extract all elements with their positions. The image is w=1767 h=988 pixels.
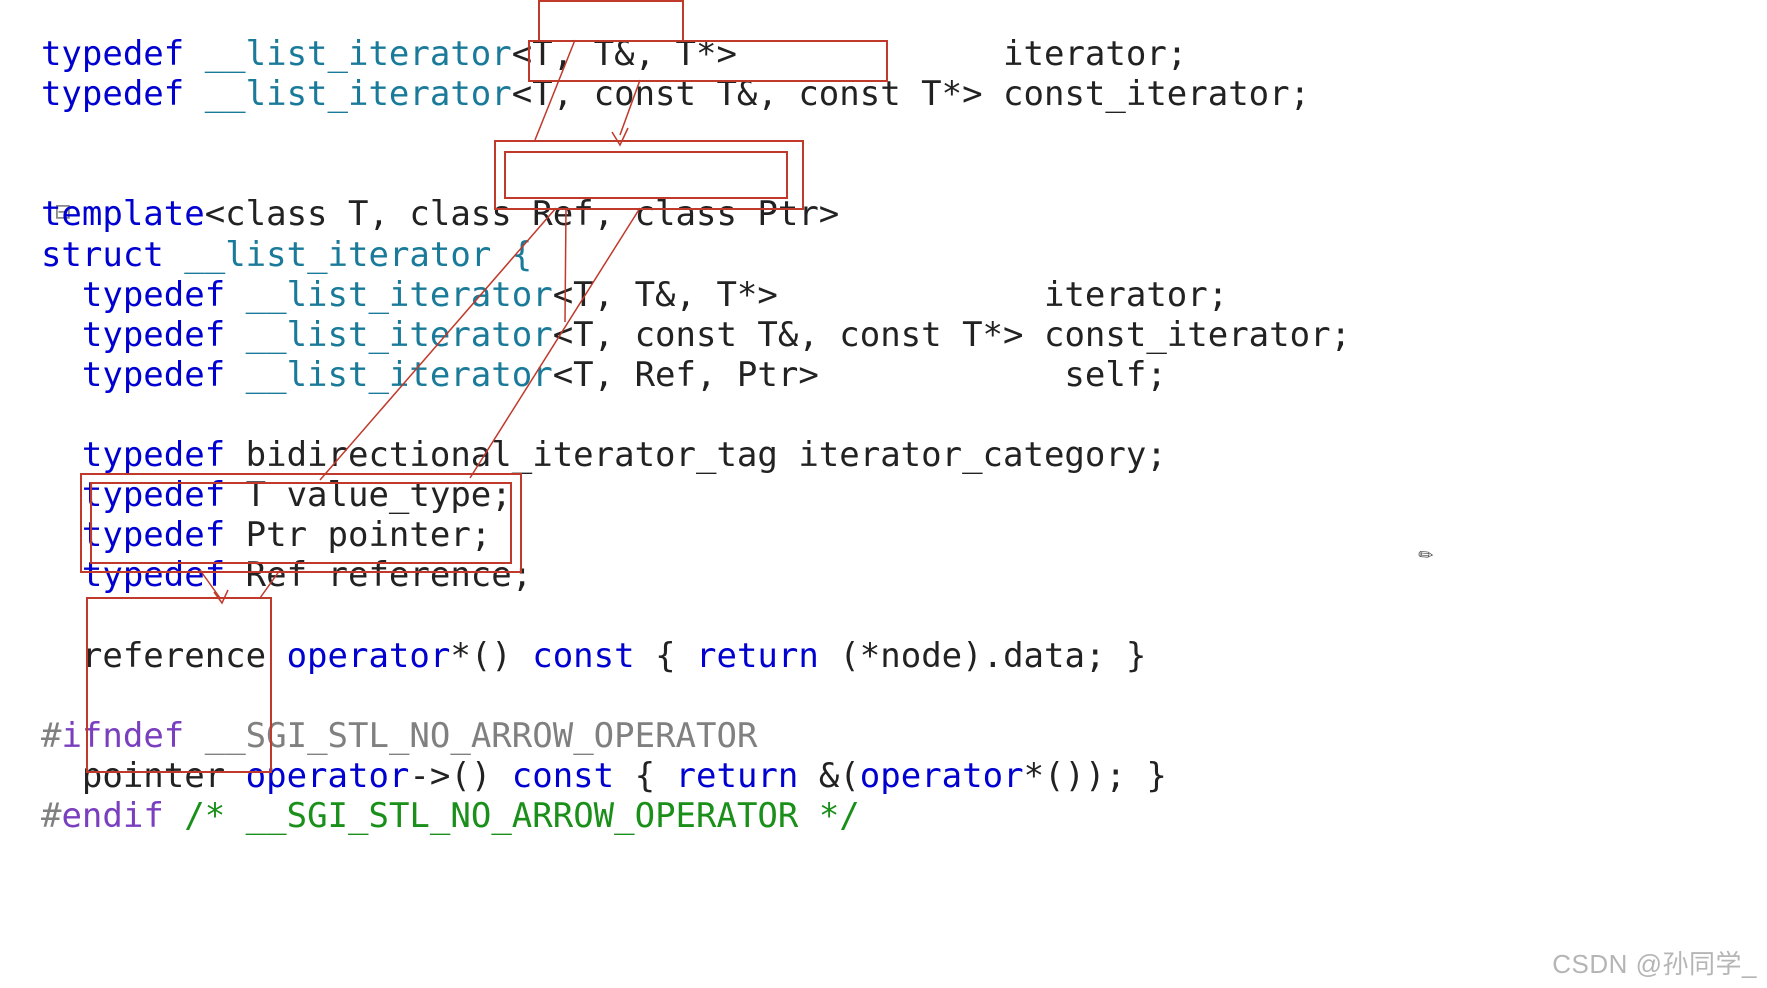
reference-typedef: Ref reference;	[225, 555, 532, 595]
type-list-iterator: __list_iterator	[184, 34, 512, 74]
struct-name: __list_iterator {	[164, 235, 532, 275]
brace: {	[614, 756, 675, 796]
tparams-self: <T, Ref, Ptr>	[553, 355, 819, 395]
body: (*node).data; }	[819, 636, 1147, 676]
kw-operator: operator	[287, 636, 451, 676]
star-close: *()); }	[1024, 756, 1167, 796]
tparams-const: <T, const T&, const T*>	[553, 315, 1024, 355]
pp-comment: /* __SGI_STL_NO_ARROW_OPERATOR */	[164, 796, 860, 836]
tparams: <T, T&, T*>	[512, 34, 737, 74]
pp-endif: endif	[61, 796, 163, 836]
kw-typedef: typedef	[0, 555, 225, 595]
type-list-iterator: __list_iterator	[184, 74, 512, 114]
kw-const: const	[532, 636, 634, 676]
kw-const: const	[512, 756, 614, 796]
amp-open: &(	[798, 756, 859, 796]
template-params: <class T, class Ref, class Ptr>	[205, 194, 840, 234]
watermark-text: CSDN @孙同学_	[1552, 949, 1757, 980]
ret-reference: reference	[0, 636, 287, 676]
kw-typedef: typedef	[0, 275, 225, 315]
kw-operator: operator	[860, 756, 1024, 796]
kw-return: return	[676, 756, 799, 796]
tparams-const: <T, const T&, const T*>	[512, 74, 983, 114]
brace: {	[635, 636, 696, 676]
arrow: ->()	[409, 756, 511, 796]
kw-typedef: typedef	[0, 435, 225, 475]
kw-typedef: typedef	[0, 74, 184, 114]
kw-typedef: typedef	[0, 475, 225, 515]
alias-iterator: iterator;	[778, 275, 1228, 315]
kw-template: template	[0, 194, 205, 234]
alias-self: self;	[819, 355, 1167, 395]
value-type: T value_type;	[225, 475, 512, 515]
type-list-iterator: __list_iterator	[225, 275, 553, 315]
pp-ifndef: ifndef	[61, 716, 184, 756]
iterator-category: bidirectional_iterator_tag iterator_cate…	[225, 435, 1167, 475]
pointer-typedef: Ptr pointer;	[225, 515, 491, 555]
kw-return: return	[696, 636, 819, 676]
kw-struct: struct	[41, 235, 164, 275]
code-block: typedef __list_iterator<T, T&, T*> itera…	[0, 34, 1351, 836]
kw-operator: operator	[246, 756, 410, 796]
type-list-iterator: __list_iterator	[225, 355, 553, 395]
star: *()	[450, 636, 532, 676]
code-screenshot: ⊟ typedef __list_iterator<T, T&, T*> ite…	[0, 0, 1767, 988]
kw-typedef: typedef	[0, 315, 225, 355]
pp-hash: #	[41, 796, 61, 836]
alias-const-iterator: const_iterator;	[983, 74, 1311, 114]
pp-macro: __SGI_STL_NO_ARROW_OPERATOR	[184, 716, 757, 756]
alias-const-iterator: const_iterator;	[1024, 315, 1352, 355]
alias-iterator: iterator;	[737, 34, 1187, 74]
ret-pointer: pointer	[0, 756, 246, 796]
kw-typedef: typedef	[0, 515, 225, 555]
kw-typedef: typedef	[0, 34, 184, 74]
type-list-iterator: __list_iterator	[225, 315, 553, 355]
pencil-icon: ✎	[1413, 542, 1440, 570]
kw-typedef: typedef	[0, 355, 225, 395]
pp-hash: #	[41, 716, 61, 756]
tparams: <T, T&, T*>	[553, 275, 778, 315]
